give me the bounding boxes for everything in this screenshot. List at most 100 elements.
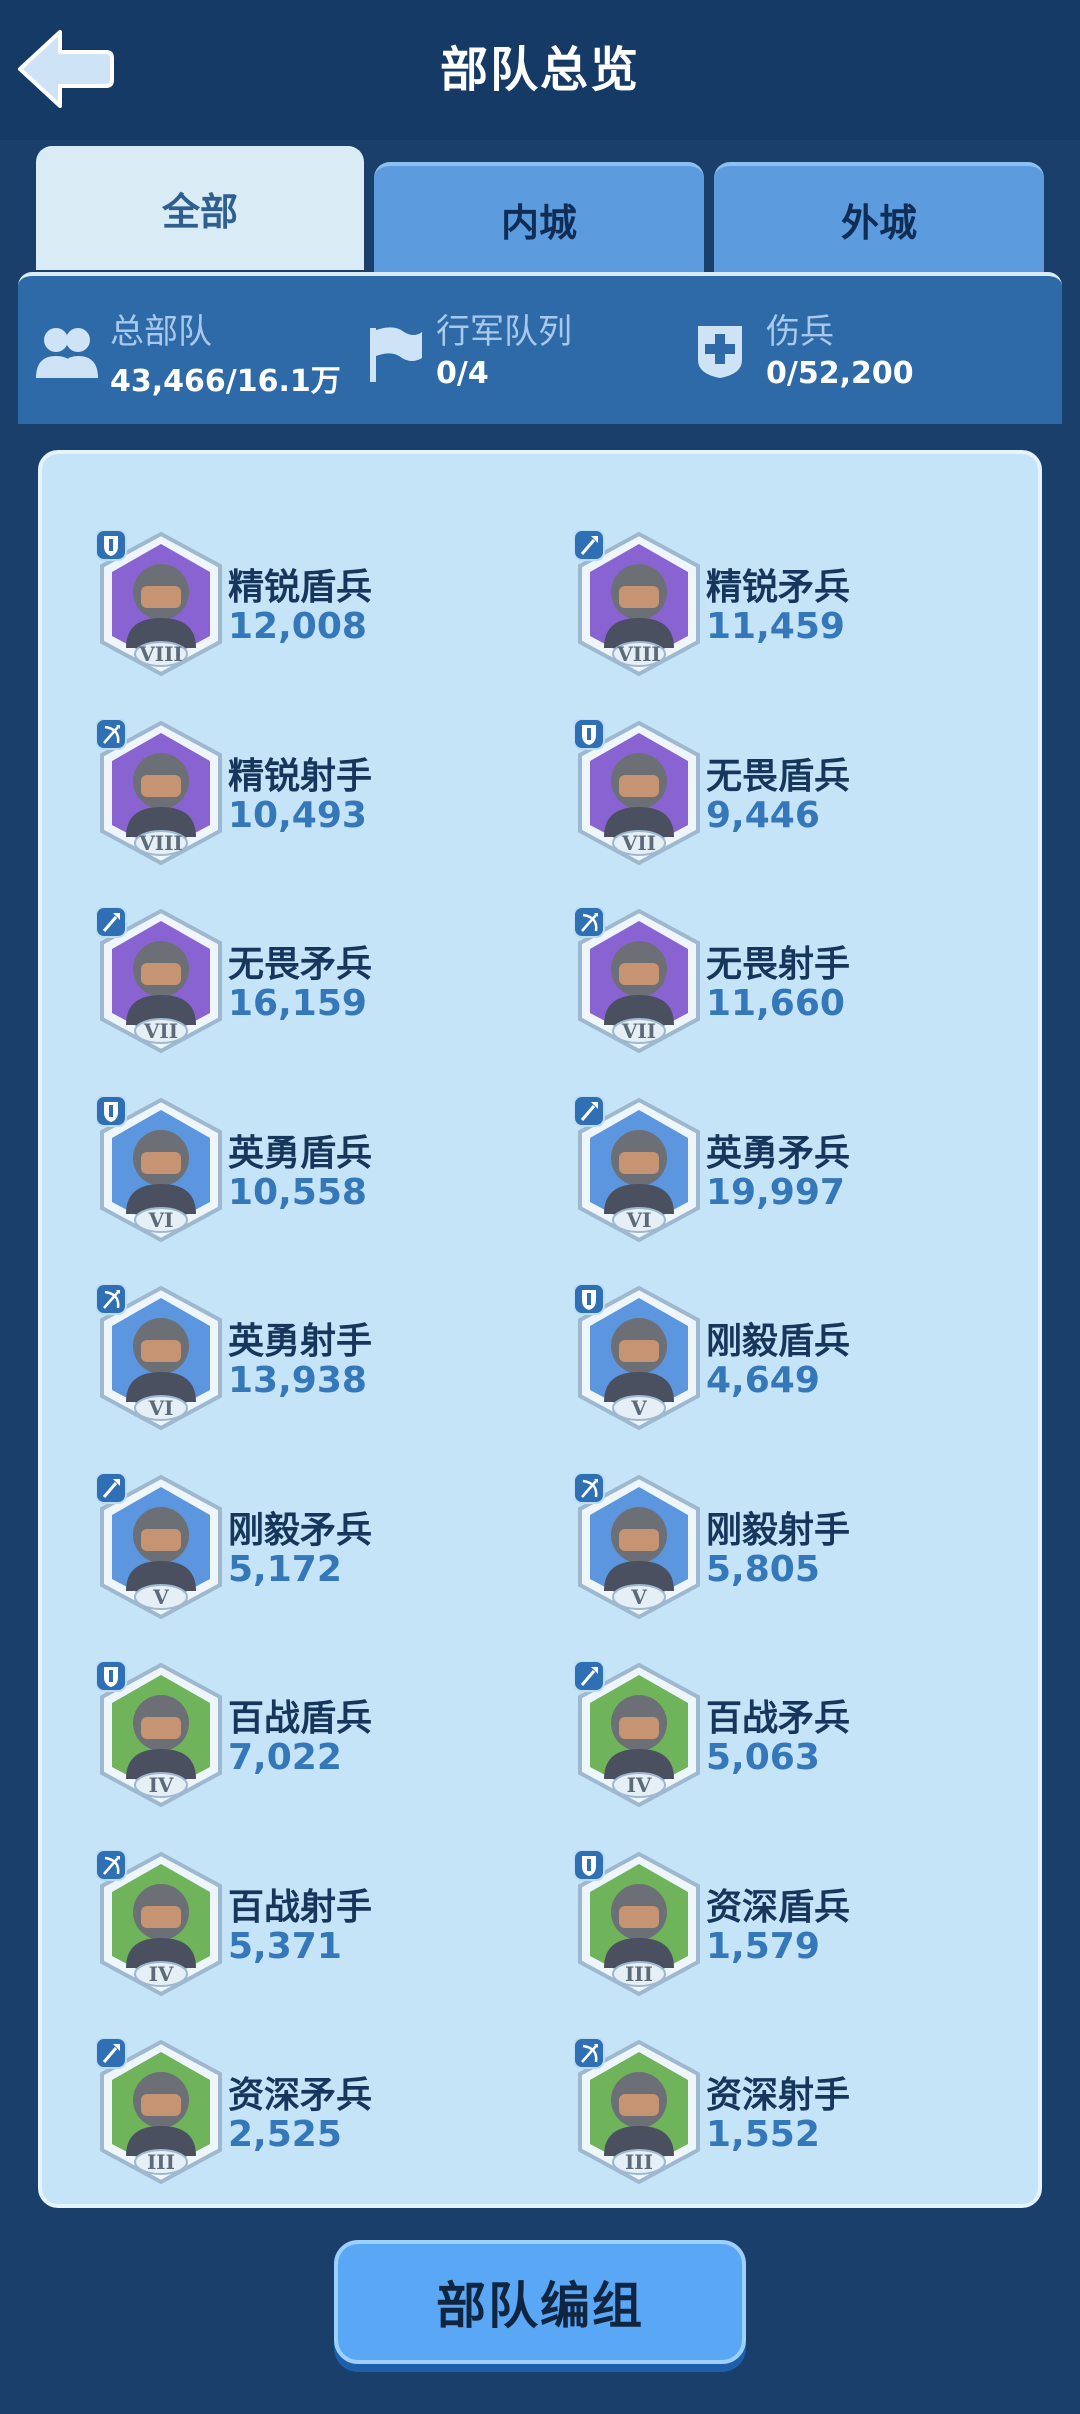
troop-portrait-archer: VII	[574, 907, 700, 1054]
stat-label: 伤兵	[766, 312, 834, 352]
troop-name: 精锐矛兵	[706, 567, 851, 608]
troop-name: 刚毅矛兵	[228, 1509, 373, 1551]
stat-value: 43,466/16.1万	[110, 364, 341, 399]
troop-card[interactable]: VII 无畏射手 11,660	[574, 907, 1044, 1067]
medical-cross-icon	[698, 326, 742, 378]
troop-type-archer-icon	[96, 718, 127, 750]
troop-type-shield-icon	[96, 1661, 127, 1692]
troop-count: 5,805	[706, 1548, 820, 1590]
stat-march-queue: 行军队列 0/4	[364, 304, 684, 404]
troop-count: 1,579	[706, 1925, 820, 1967]
tier-label: V	[630, 1585, 647, 1609]
troop-portrait-spear: V	[96, 1472, 222, 1619]
troop-card[interactable]: VIII 精锐射手 10,493	[96, 718, 566, 879]
troop-name: 英勇盾兵	[228, 1132, 373, 1174]
troop-portrait-archer: VI	[96, 1284, 222, 1431]
troop-card[interactable]: IV 百战射手 5,371	[96, 1849, 566, 2010]
troop-portrait-archer: VIII	[96, 718, 222, 865]
troop-portrait-archer: V	[574, 1472, 700, 1619]
troop-card[interactable]: VII 无畏盾兵 9,446	[574, 718, 1044, 879]
troop-card[interactable]: VI 英勇矛兵 19,997	[574, 1095, 1044, 1256]
troop-count: 19,997	[706, 1171, 845, 1213]
top-bar: 部队总览	[0, 0, 1080, 140]
troop-count: 7,022	[228, 1737, 342, 1778]
tier-label: VIII	[138, 642, 183, 666]
tier-label: VI	[148, 1208, 174, 1232]
troop-type-archer-icon	[574, 907, 605, 938]
troop-portrait-spear: VII	[96, 907, 222, 1054]
troop-card[interactable]: VIII 精锐盾兵 12,008	[96, 530, 566, 690]
troop-card[interactable]: VI 英勇射手 13,938	[96, 1284, 566, 1444]
troop-name: 百战矛兵	[706, 1698, 851, 1739]
troop-name: 精锐射手	[228, 755, 373, 797]
tier-label: VIII	[138, 831, 183, 855]
page-title: 部队总览	[439, 42, 640, 98]
troop-type-spear-icon	[574, 530, 605, 561]
troop-card[interactable]: IV 百战矛兵 5,063	[574, 1661, 1044, 1821]
stats-bar: 总部队 43,466/16.1万 行军队列 0/4 伤兵 0/52,200	[18, 272, 1062, 424]
stat-total-troops: 总部队 43,466/16.1万	[34, 304, 374, 404]
people-icon	[36, 328, 98, 378]
troop-card[interactable]: III 资深盾兵 1,579	[574, 1849, 1044, 2010]
troop-portrait-shield: III	[574, 1849, 700, 1996]
troop-card[interactable]: IV 百战盾兵 7,022	[96, 1661, 566, 1821]
troop-portrait-shield: VI	[96, 1095, 222, 1242]
troop-portrait-spear: VIII	[574, 530, 700, 677]
troop-name: 资深矛兵	[228, 2075, 373, 2116]
tier-label: V	[152, 1585, 169, 1609]
troop-card[interactable]: V 刚毅盾兵 4,649	[574, 1284, 1044, 1444]
troop-type-spear-icon	[96, 2038, 127, 2069]
troop-portrait-spear: IV	[574, 1661, 700, 1808]
stat-label: 行军队列	[436, 312, 572, 352]
tier-label: III	[147, 2150, 175, 2174]
tab-inner-city[interactable]: 内城	[374, 162, 704, 272]
troop-card[interactable]: III 资深射手 1,552	[574, 2038, 1044, 2198]
troop-type-archer-icon	[574, 1472, 605, 1504]
troop-formation-button[interactable]: 部队编组	[334, 2240, 746, 2364]
troop-card[interactable]: V 刚毅射手 5,805	[574, 1472, 1044, 1633]
troop-portrait-shield: VII	[574, 718, 700, 865]
troop-type-archer-icon	[574, 2038, 605, 2069]
troop-name: 百战射手	[228, 1886, 373, 1928]
tier-label: VI	[626, 1208, 652, 1232]
tab-all[interactable]: 全部	[36, 146, 364, 270]
troop-type-spear-icon	[96, 1472, 127, 1504]
troop-name: 刚毅盾兵	[706, 1321, 851, 1362]
troop-count: 11,660	[706, 983, 845, 1024]
stat-wounded: 伤兵 0/52,200	[692, 304, 1042, 404]
troop-count: 5,063	[706, 1737, 820, 1778]
tier-label: VI	[148, 1396, 174, 1420]
tier-label: III	[625, 1962, 653, 1986]
troop-count: 2,525	[228, 2114, 342, 2155]
troop-portrait-shield: IV	[96, 1661, 222, 1808]
troop-type-archer-icon	[96, 1284, 127, 1315]
tier-label: VIII	[616, 642, 661, 666]
troop-type-shield-icon	[96, 530, 127, 561]
troop-card[interactable]: III 资深矛兵 2,525	[96, 2038, 566, 2198]
troop-type-spear-icon	[574, 1661, 605, 1692]
troop-name: 精锐盾兵	[228, 567, 373, 608]
troop-portrait-spear: VI	[574, 1095, 700, 1242]
troop-count: 11,459	[706, 606, 845, 647]
troop-card[interactable]: VI 英勇盾兵 10,558	[96, 1095, 566, 1256]
stat-value: 0/4	[436, 356, 489, 391]
troop-count: 1,552	[706, 2114, 820, 2155]
troop-type-spear-icon	[96, 907, 127, 938]
troop-name: 无畏矛兵	[228, 944, 373, 985]
troop-card[interactable]: V 刚毅矛兵 5,172	[96, 1472, 566, 1633]
troop-card[interactable]: VII 无畏矛兵 16,159	[96, 907, 566, 1067]
troop-count: 16,159	[228, 983, 367, 1024]
troop-name: 英勇射手	[228, 1321, 373, 1362]
troop-count: 10,493	[228, 794, 367, 836]
troop-name: 英勇矛兵	[706, 1132, 851, 1174]
troop-name: 百战盾兵	[228, 1698, 373, 1739]
troop-type-shield-icon	[574, 718, 605, 750]
troop-type-shield-icon	[96, 1095, 127, 1127]
troop-card[interactable]: VIII 精锐矛兵 11,459	[574, 530, 1044, 690]
tab-outer-city[interactable]: 外城	[714, 162, 1044, 272]
troop-type-shield-icon	[574, 1849, 605, 1881]
troop-portrait-spear: III	[96, 2038, 222, 2185]
tier-label: VII	[143, 1019, 178, 1043]
troop-count: 12,008	[228, 606, 367, 647]
troop-name: 无畏射手	[706, 944, 851, 985]
